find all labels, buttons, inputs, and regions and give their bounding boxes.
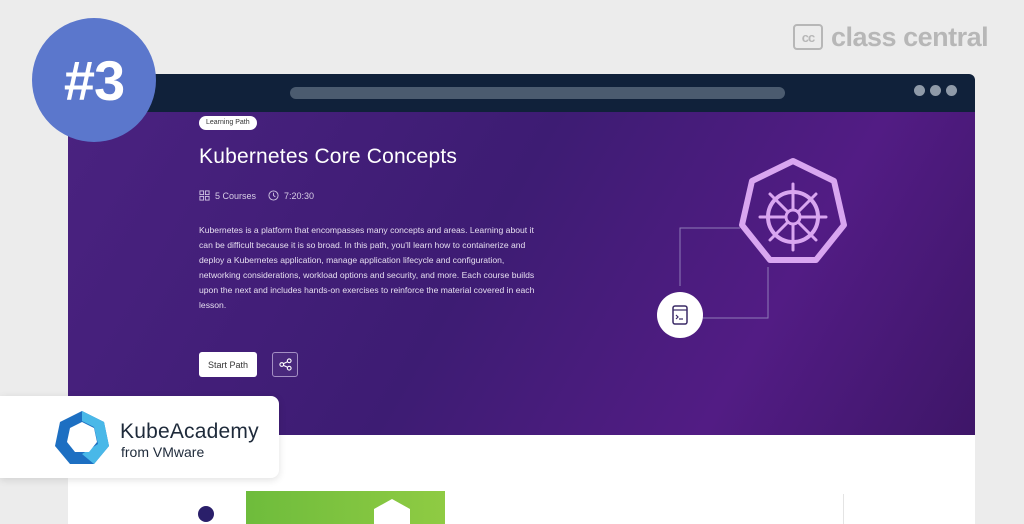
course-duration-label: 7:20:30	[284, 190, 315, 201]
course-hero: Learning Path Kubernetes Core Concepts 5…	[68, 112, 975, 435]
kubeacademy-logo-icon	[55, 411, 109, 464]
course-description: Kubernetes is a platform that encompasse…	[199, 225, 535, 310]
browser-topbar	[68, 74, 975, 112]
class-central-logo-text: class central	[831, 21, 989, 52]
provider-name: KubeAcademy	[120, 420, 259, 443]
kubernetes-logo-icon	[739, 158, 847, 263]
start-path-button[interactable]: Start Path	[199, 352, 258, 377]
grid-icon	[199, 190, 210, 201]
class-central-logo-mark: cc	[793, 24, 823, 50]
class-central-logo: cc class central	[793, 21, 989, 52]
course-card-thumbnail[interactable]	[246, 491, 445, 524]
hexagon-icon	[374, 499, 410, 524]
course-count: 5 Courses	[199, 190, 256, 201]
kubernetes-illustration	[657, 158, 847, 338]
provider-card: KubeAcademy from VMware	[0, 396, 279, 478]
divider	[843, 494, 844, 524]
clock-icon	[268, 190, 279, 201]
rank-badge: #3	[32, 18, 156, 142]
share-button[interactable]	[272, 352, 298, 377]
window-dot-icon[interactable]	[930, 85, 941, 96]
address-bar[interactable]	[290, 87, 785, 99]
window-dot-icon[interactable]	[914, 85, 925, 96]
learning-path-badge: Learning Path	[199, 116, 257, 130]
provider-subtitle: from VMware	[121, 444, 205, 460]
course-avatar	[198, 506, 214, 522]
course-meta: 5 Courses 7:20:30	[199, 190, 326, 201]
course-count-label: 5 Courses	[215, 190, 257, 201]
course-duration: 7:20:30	[268, 190, 314, 201]
window-dot-icon[interactable]	[946, 85, 957, 96]
page-title: Kubernetes Core Concepts	[199, 145, 458, 168]
window-controls	[914, 85, 957, 96]
terminal-icon	[657, 292, 703, 338]
share-icon	[278, 358, 292, 371]
